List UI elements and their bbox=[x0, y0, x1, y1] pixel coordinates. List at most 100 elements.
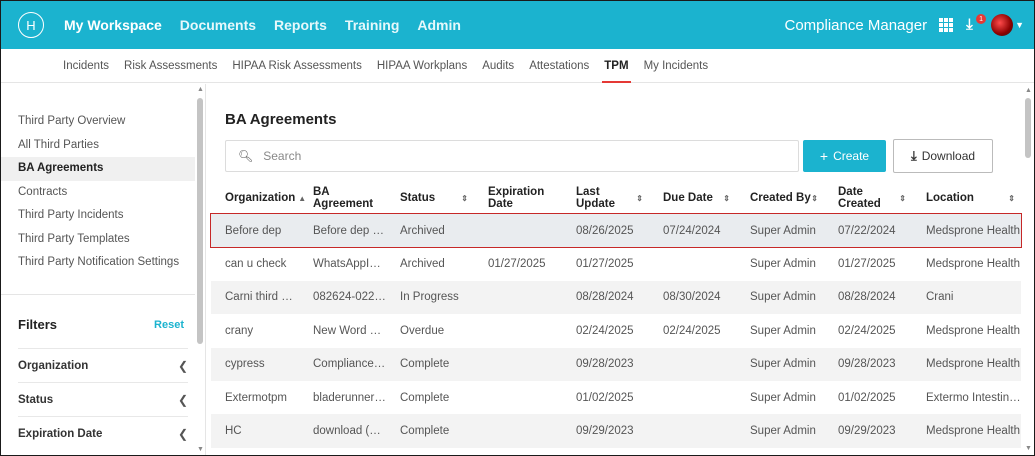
scroll-up-icon[interactable]: ▲ bbox=[1025, 87, 1032, 94]
top-navigation-bar: H My Workspace Documents Reports Trainin… bbox=[1, 1, 1034, 49]
nav-admin[interactable]: Admin bbox=[417, 17, 461, 33]
table-cell: Compliance_Cert bbox=[313, 358, 386, 371]
download-button[interactable]: ⤓ Download bbox=[893, 139, 993, 173]
avatar[interactable] bbox=[991, 14, 1014, 36]
nav-documents[interactable]: Documents bbox=[180, 17, 256, 33]
column-header-expiration-date[interactable]: Expiration Date bbox=[474, 186, 562, 210]
filter-expiration-date[interactable]: Expiration Date ❮ bbox=[18, 416, 188, 450]
column-header-organization[interactable]: Organization ▲ bbox=[211, 192, 306, 204]
sidebar-scrollbar[interactable]: ▲ ▼ bbox=[196, 84, 205, 455]
table-row[interactable]: can u check WhatsAppImage Archived 01/27/20… bbox=[211, 247, 1021, 280]
sidebar-item-all-third-parties[interactable]: All Third Parties bbox=[1, 134, 195, 158]
filter-label: Organization bbox=[18, 359, 89, 372]
table-cell: download (1).pdf bbox=[313, 425, 386, 438]
scroll-thumb[interactable] bbox=[1025, 98, 1031, 158]
sidebar-item-third-party-overview[interactable]: Third Party Overview bbox=[1, 110, 195, 134]
tab-hipaa-risk-assessments[interactable]: HIPAA Risk Assessments bbox=[232, 49, 362, 83]
table-cell: WhatsAppImage bbox=[313, 258, 386, 271]
main-nav: My Workspace Documents Reports Training … bbox=[64, 17, 479, 33]
table-row[interactable]: Extermotpm bladerunner_file Complete 01/02/… bbox=[211, 381, 1021, 414]
table-cell: 09/28/2023 bbox=[838, 358, 896, 371]
table-cell: Before dep bbox=[225, 224, 282, 237]
table-row[interactable]: cypress Compliance_Cert Complete 09/28/2023… bbox=[211, 347, 1021, 381]
search-box[interactable]: 🔍︎ bbox=[225, 140, 799, 172]
table-cell: Medsprone Health bbox=[926, 224, 1020, 237]
table-row[interactable]: crany New Word Document Overdue 02/24/2025 0… bbox=[211, 314, 1021, 347]
table-row[interactable]: Carni third party 082624-022831 In Progres… bbox=[211, 280, 1021, 315]
sidebar-item-contracts[interactable]: Contracts bbox=[1, 181, 195, 205]
table-cell: 08/28/2024 bbox=[576, 291, 634, 304]
table-cell: Medsprone Health bbox=[926, 258, 1020, 271]
sidebar-item-notification-settings[interactable]: Third Party Notification Settings bbox=[1, 251, 195, 275]
table-cell: 01/27/2025 bbox=[488, 258, 546, 271]
table-cell: Extermotpm bbox=[225, 391, 287, 404]
tab-risk-assessments[interactable]: Risk Assessments bbox=[124, 49, 217, 83]
sort-icon: ⇕ bbox=[899, 193, 906, 203]
apps-grid-icon[interactable] bbox=[939, 18, 954, 32]
tab-hipaa-workplans[interactable]: HIPAA Workplans bbox=[377, 49, 467, 83]
filter-status[interactable]: Status ❮ bbox=[18, 382, 188, 416]
tab-attestations[interactable]: Attestations bbox=[529, 49, 589, 83]
search-input[interactable] bbox=[263, 149, 784, 163]
table-cell: Super Admin bbox=[750, 391, 816, 404]
table-cell: Super Admin bbox=[750, 358, 816, 371]
tab-tpm[interactable]: TPM bbox=[602, 49, 631, 83]
sidebar-item-third-party-templates[interactable]: Third Party Templates bbox=[1, 228, 195, 252]
sort-icon: ⇕ bbox=[1008, 193, 1015, 203]
sidebar-item-ba-agreements[interactable]: BA Agreements bbox=[1, 157, 195, 181]
scroll-down-icon[interactable]: ▼ bbox=[1025, 445, 1032, 452]
logo-letter: H bbox=[26, 17, 36, 33]
table-cell: 08/26/2025 bbox=[576, 224, 634, 237]
table-cell: can u check bbox=[225, 258, 287, 271]
table-cell: Archived bbox=[400, 224, 445, 237]
chevron-down-icon[interactable]: ▼ bbox=[1015, 20, 1024, 30]
table-cell: 08/28/2024 bbox=[838, 291, 896, 304]
table-cell: crany bbox=[225, 324, 254, 337]
scroll-down-icon[interactable]: ▼ bbox=[197, 446, 204, 453]
download-label: Download bbox=[921, 149, 976, 163]
table-cell: Super Admin bbox=[750, 425, 816, 438]
table-cell: HC bbox=[225, 425, 242, 438]
nav-my-workspace[interactable]: My Workspace bbox=[64, 17, 162, 33]
table-cell: Super Admin bbox=[750, 291, 816, 304]
scroll-thumb[interactable] bbox=[197, 98, 203, 344]
sort-icon: ⇕ bbox=[723, 193, 730, 203]
tab-incidents[interactable]: Incidents bbox=[63, 49, 109, 83]
column-header-status[interactable]: Status ⇕ bbox=[386, 192, 474, 204]
table-cell: Super Admin bbox=[750, 324, 816, 337]
table-cell: Super Admin bbox=[750, 224, 816, 237]
table-body: Before dep Before dep attachment Archived 0… bbox=[210, 212, 1022, 448]
sidebar-menu: Third Party Overview All Third Parties B… bbox=[1, 110, 195, 275]
table-row[interactable]: HC download (1).pdf Complete 09/29/2023 Supe… bbox=[211, 414, 1021, 448]
column-header-location[interactable]: Location ⇕ bbox=[912, 192, 1021, 204]
main-scrollbar[interactable]: ▲ ▼ bbox=[1024, 84, 1033, 455]
column-header-last-update[interactable]: Last Update ⇕ bbox=[562, 186, 649, 210]
tab-audits[interactable]: Audits bbox=[482, 49, 514, 83]
downloads-icon[interactable]: ⤓ 1 bbox=[965, 14, 987, 34]
column-header-created-by[interactable]: Created By ⇕ bbox=[736, 192, 824, 204]
logo-icon[interactable]: H bbox=[18, 12, 44, 38]
table-cell: 07/22/2024 bbox=[838, 224, 896, 237]
scroll-up-icon[interactable]: ▲ bbox=[197, 86, 204, 93]
table-cell: Medsprone Health bbox=[926, 358, 1020, 371]
table-cell: 09/29/2023 bbox=[576, 425, 634, 438]
table-cell: Medsprone Health bbox=[926, 324, 1020, 337]
search-icon: 🔍︎ bbox=[238, 149, 254, 163]
table-cell: 02/24/2025 bbox=[838, 324, 896, 337]
filter-organization[interactable]: Organization ❮ bbox=[18, 348, 188, 382]
tab-my-incidents[interactable]: My Incidents bbox=[644, 49, 709, 83]
table-cell: Complete bbox=[400, 425, 450, 438]
sidebar-item-third-party-incidents[interactable]: Third Party Incidents bbox=[1, 204, 195, 228]
create-button[interactable]: + Create bbox=[803, 140, 886, 172]
chevron-left-icon: ❮ bbox=[177, 392, 188, 407]
main-content: BA Agreements 🔍︎ + Create ⤓ Download Org… bbox=[207, 84, 1034, 455]
nav-reports[interactable]: Reports bbox=[274, 17, 327, 33]
sub-navigation: Incidents Risk Assessments HIPAA Risk As… bbox=[1, 49, 1034, 83]
column-header-ba-agreement[interactable]: BA Agreement bbox=[299, 186, 386, 210]
reset-button[interactable]: Reset bbox=[154, 319, 184, 331]
nav-training[interactable]: Training bbox=[345, 17, 399, 33]
column-header-date-created[interactable]: Date Created ⇕ bbox=[824, 186, 912, 210]
column-header-due-date[interactable]: Due Date ⇕ bbox=[649, 192, 736, 204]
table-row[interactable]: Before dep Before dep attachment Archived 0… bbox=[210, 212, 1022, 249]
table-cell: 02/24/2025 bbox=[663, 324, 721, 337]
